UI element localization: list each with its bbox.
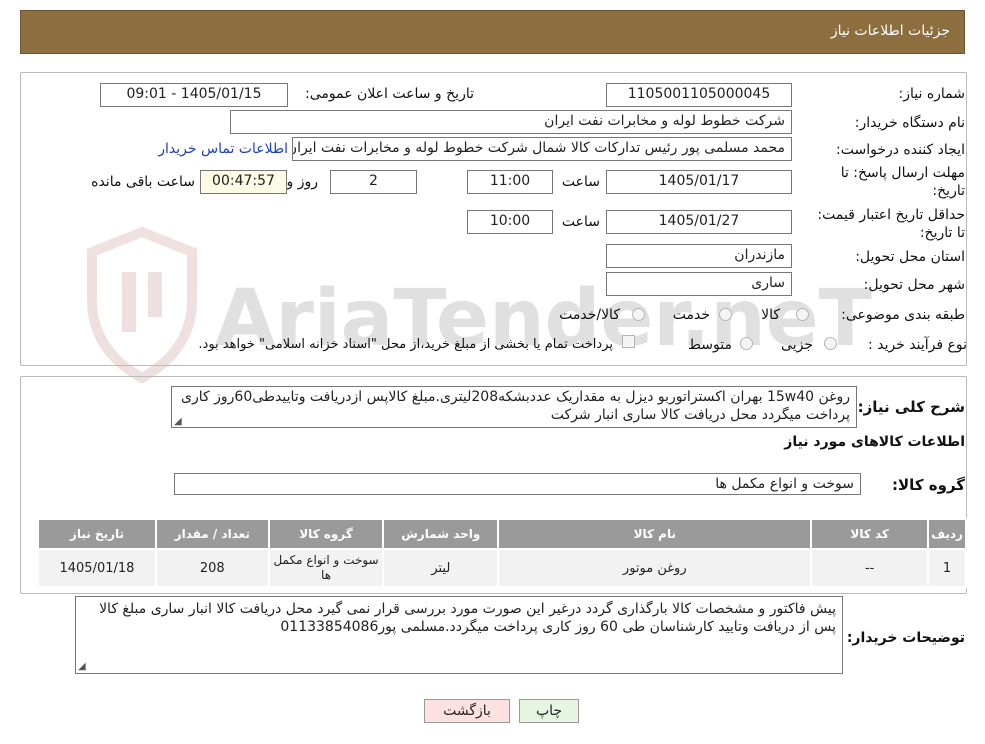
province-label: استان محل تحویل: <box>855 249 965 265</box>
remaining-time-field: 00:47:57 <box>200 170 287 194</box>
cell-code: -- <box>810 548 930 588</box>
process-minor-radio[interactable] <box>824 337 837 350</box>
cell-group: سوخت و انواع مکمل ها <box>267 548 385 588</box>
print-button[interactable]: چاپ <box>519 699 579 723</box>
deadline-time-label: ساعت <box>561 174 600 190</box>
category-goods-radio[interactable] <box>796 308 809 321</box>
category-both-radio[interactable] <box>632 308 645 321</box>
resize-grip-icon[interactable]: ◢ <box>174 416 182 427</box>
category-label: طبقه بندی موضوعی: <box>841 307 965 323</box>
validity-time-field: 10:00 <box>467 210 553 234</box>
buyer-label: نام دستگاه خریدار: <box>854 115 965 131</box>
need-number-field: 1105001105000045 <box>606 83 792 107</box>
goods-group-label: گروه کالا: <box>892 476 965 494</box>
col-header-quantity: تعداد / مقدار <box>154 518 270 550</box>
page-header: جزئیات اطلاعات نیاز <box>20 10 965 54</box>
col-header-code: کد کالا <box>810 518 930 550</box>
goods-info-title: اطلاعات کالاهای مورد نیاز <box>784 434 965 450</box>
need-number-label: شماره نیاز: <box>898 86 966 102</box>
buyer-notes-label: توضیحات خریدار: <box>846 630 965 646</box>
col-header-date: تاریخ نیاز <box>37 518 157 550</box>
category-both-label: کالا/خدمت <box>559 307 620 323</box>
process-minor-label: جزیی <box>781 337 813 353</box>
goods-table: ردیف کد کالا نام کالا واحد شمارش گروه کا… <box>37 518 967 588</box>
cell-unit: لیتر <box>382 548 500 588</box>
creator-label: ایجاد کننده درخواست: <box>836 142 965 158</box>
page-title: جزئیات اطلاعات نیاز <box>830 23 950 39</box>
treasury-checkbox[interactable] <box>622 335 635 348</box>
buyer-field: شرکت خطوط لوله و مخابرات نفت ایران <box>230 110 792 134</box>
table-row: 1 -- روغن موتور لیتر سوخت و انواع مکمل ه… <box>37 548 967 588</box>
goods-group-field: سوخت و انواع مکمل ها <box>174 473 861 495</box>
deadline-time-field: 11:00 <box>467 170 553 194</box>
validity-label: حداقل تاریخ اعتبار قیمت: تا تاریخ: <box>817 207 965 241</box>
category-goods-label: کالا <box>761 307 780 323</box>
deadline-date-field: 1405/01/17 <box>606 170 792 194</box>
notes-resize-grip-icon[interactable]: ◢ <box>78 661 86 672</box>
buyer-notes-textarea[interactable]: پیش فاکتور و مشخصات کالا بارگذاری گردد د… <box>75 596 843 674</box>
remaining-label: ساعت باقی مانده <box>91 174 195 190</box>
validity-time-label: ساعت <box>561 214 600 230</box>
cell-row: 1 <box>927 548 967 588</box>
col-header-name: نام کالا <box>497 518 813 550</box>
validity-date-field: 1405/01/27 <box>606 210 792 234</box>
treasury-note: پرداخت تمام یا بخشی از مبلغ خرید،از محل … <box>198 337 613 352</box>
days-field: 2 <box>330 170 417 194</box>
province-field: مازندران <box>606 244 792 268</box>
city-field: ساری <box>606 272 792 296</box>
summary-textarea[interactable]: روغن 15w40 بهران اکستراتوربو دیزل به مقد… <box>171 386 857 428</box>
col-header-unit: واحد شمارش <box>382 518 500 550</box>
back-button[interactable]: بازگشت <box>424 699 510 723</box>
deadline-label: مهلت ارسال پاسخ: تا تاریخ: <box>840 165 965 199</box>
announce-field: 1405/01/15 - 09:01 <box>100 83 288 107</box>
process-medium-label: متوسط <box>688 337 732 353</box>
process-label: نوع فرآیند خرید : <box>868 337 967 353</box>
cell-name: روغن موتور <box>497 548 813 588</box>
cell-date: 1405/01/18 <box>37 548 157 588</box>
col-header-group: گروه کالا <box>267 518 385 550</box>
category-service-label: خدمت <box>672 307 710 323</box>
category-service-radio[interactable] <box>719 308 732 321</box>
creator-field: محمد مسلمی پور رئیس تدارکات کالا شمال شر… <box>292 137 792 161</box>
buyer-contact-link[interactable]: اطلاعات تماس خریدار <box>158 141 288 157</box>
days-label: روز و <box>286 174 319 190</box>
cell-quantity: 208 <box>154 548 270 588</box>
process-medium-radio[interactable] <box>740 337 753 350</box>
summary-label: شرح کلی نیاز: <box>857 398 965 416</box>
announce-label: تاریخ و ساعت اعلان عمومی: <box>305 86 474 102</box>
col-header-row: ردیف <box>927 518 967 550</box>
city-label: شهر محل تحویل: <box>863 277 965 293</box>
